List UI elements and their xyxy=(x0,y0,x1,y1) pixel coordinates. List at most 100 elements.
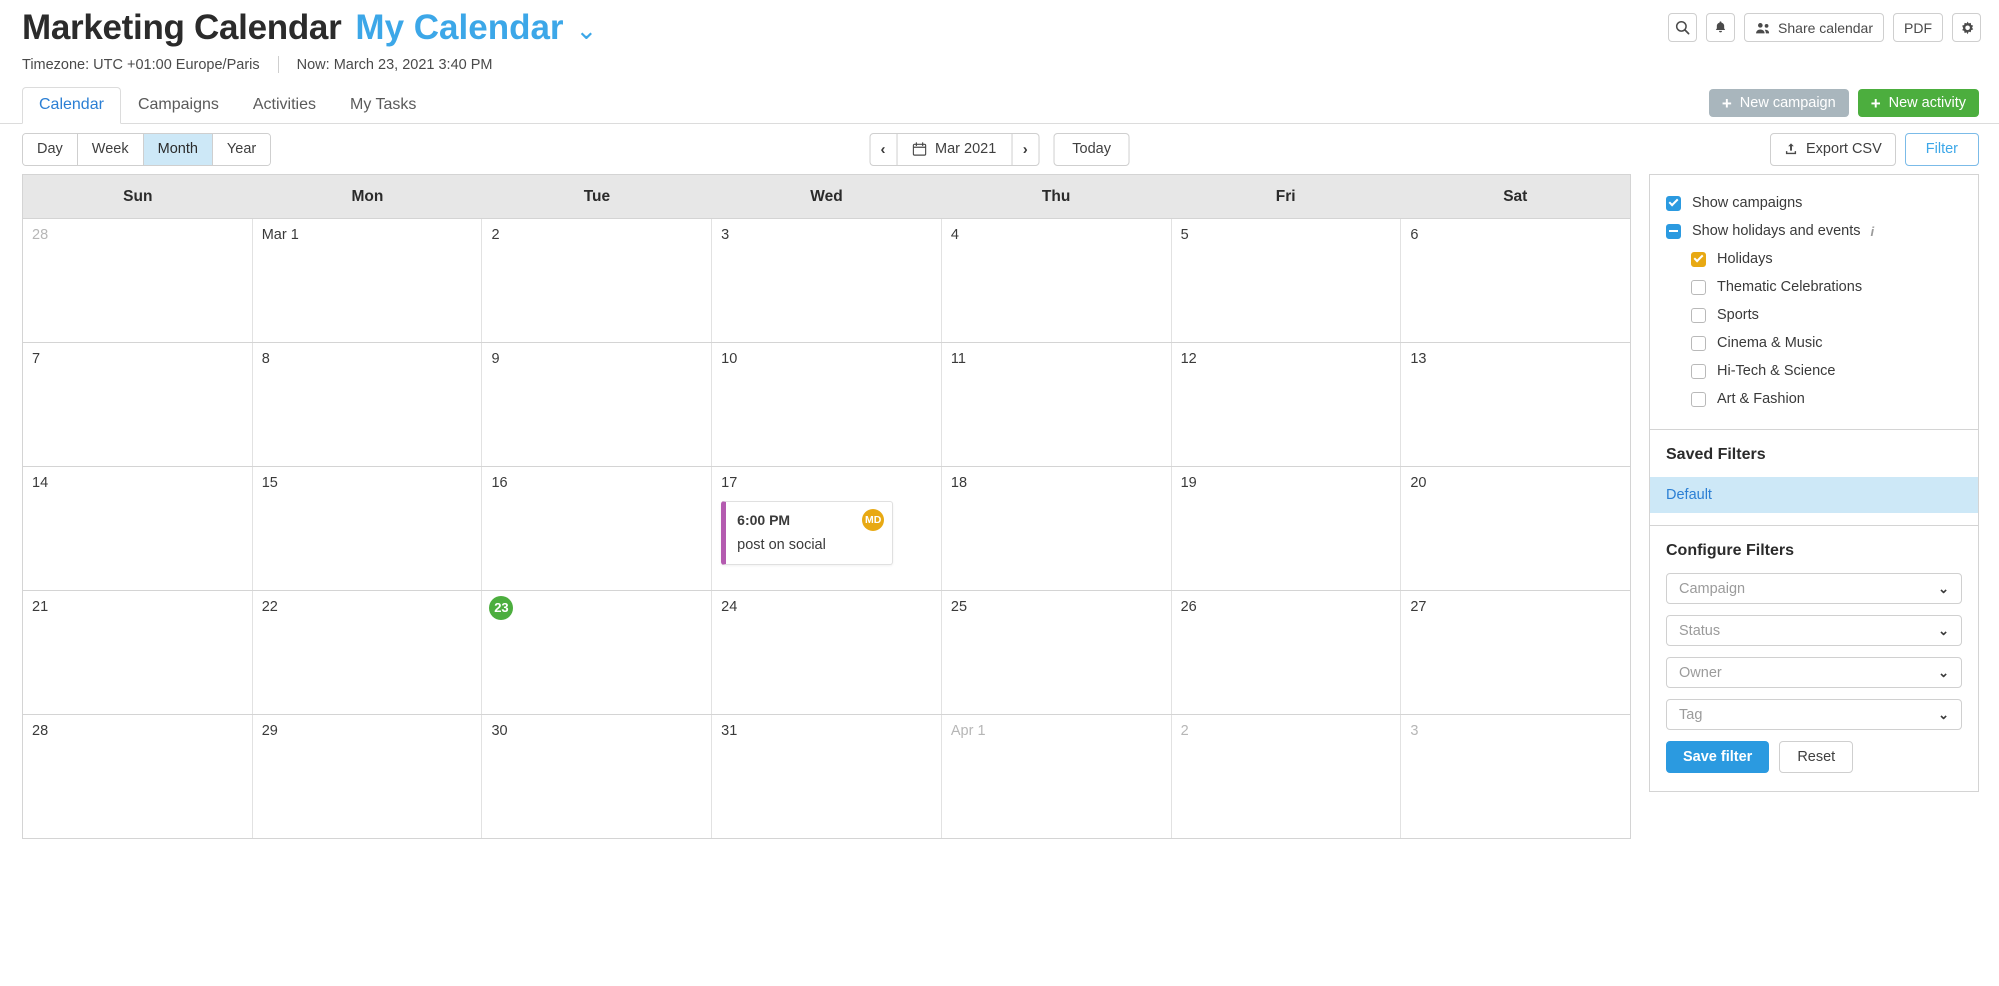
chevron-down-icon: ⌄ xyxy=(1938,622,1949,638)
avatar[interactable]: MD xyxy=(862,509,885,531)
calendar-day-cell[interactable]: 10 xyxy=(711,343,941,466)
share-calendar-button[interactable]: Share calendar xyxy=(1744,13,1884,42)
calendar-day-cell[interactable]: 26 xyxy=(1170,591,1401,714)
calendar-day-cell[interactable]: 17 6:00 PM post on social MD xyxy=(711,467,941,590)
calendar-day-cell[interactable]: Mar 1 xyxy=(251,219,482,342)
notifications-button[interactable] xyxy=(1706,13,1736,42)
pdf-button[interactable]: PDF xyxy=(1893,13,1943,42)
checkbox-row[interactable]: Sports xyxy=(1666,301,1962,329)
event-card[interactable]: 6:00 PM post on social MD xyxy=(721,501,894,565)
calendar-day-cell[interactable]: Apr 1 xyxy=(940,715,1171,838)
period-picker[interactable]: Mar 2021 xyxy=(896,133,1013,165)
calendar-day-cell[interactable]: 24 xyxy=(711,591,941,714)
calendar-day-cell[interactable]: 2 xyxy=(1170,715,1401,838)
calendar-day-cell[interactable]: 30 xyxy=(481,715,711,838)
calendar-day-cell[interactable]: 8 xyxy=(251,343,482,466)
chevron-down-icon: ⌄ xyxy=(1938,706,1949,722)
calendar-day-cell[interactable]: 5 xyxy=(1170,219,1401,342)
calendar-day-cell[interactable]: 3 xyxy=(711,219,941,342)
day-number: 2 xyxy=(491,227,500,243)
reset-filter-button[interactable]: Reset xyxy=(1779,741,1854,773)
calendar-day-cell[interactable]: 3 xyxy=(1400,715,1630,838)
calendar-day-cell[interactable]: 16 xyxy=(481,467,711,590)
checkbox-label: Holidays xyxy=(1717,251,1773,267)
calendar-week-row: 21 22 23 24 25 26 27 xyxy=(23,590,1630,714)
checkbox-label: Show holidays and events xyxy=(1692,223,1861,239)
info-icon[interactable]: i xyxy=(1870,224,1874,239)
status-select[interactable]: Status ⌄ xyxy=(1666,615,1962,646)
calendar-day-cell[interactable]: 2 xyxy=(481,219,711,342)
chevron-down-icon[interactable]: ⌄ xyxy=(576,8,598,52)
calendar-day-cell[interactable]: 22 xyxy=(251,591,482,714)
next-period-button[interactable]: › xyxy=(1012,134,1038,165)
calendar-day-cell[interactable]: 20 xyxy=(1400,467,1630,590)
search-button[interactable] xyxy=(1668,13,1698,42)
checkbox-unchecked[interactable] xyxy=(1691,391,1706,407)
checkbox-row[interactable]: Show holidays and events i xyxy=(1666,217,1962,245)
calendar-day-cell[interactable]: 29 xyxy=(251,715,482,838)
tag-select[interactable]: Tag ⌄ xyxy=(1666,699,1962,730)
calendar-day-cell[interactable]: 14 xyxy=(23,467,252,590)
dow-wed: Wed xyxy=(810,188,843,205)
calendar-day-cell[interactable]: 25 xyxy=(940,591,1171,714)
new-activity-button[interactable]: + New activity xyxy=(1857,89,1979,117)
calendar-day-cell[interactable]: 6 xyxy=(1400,219,1630,342)
tab-campaigns[interactable]: Campaigns xyxy=(121,87,236,124)
new-campaign-button[interactable]: + New campaign xyxy=(1708,89,1849,117)
calendar-name-selector[interactable]: My Calendar xyxy=(355,6,563,50)
saved-filters-panel: Saved Filters Default xyxy=(1649,430,1979,526)
calendar-day-cell[interactable]: 28 xyxy=(23,219,252,342)
day-number: 11 xyxy=(950,351,966,367)
calendar-day-cell[interactable]: 23 xyxy=(481,591,711,714)
view-month[interactable]: Month xyxy=(143,133,213,165)
configure-filters-actions: Save filter Reset xyxy=(1666,741,1962,773)
checkbox-row[interactable]: Cinema & Music xyxy=(1666,329,1962,357)
checkbox-row[interactable]: Holidays xyxy=(1666,245,1962,273)
view-day[interactable]: Day xyxy=(23,133,78,165)
tab-calendar[interactable]: Calendar xyxy=(22,87,121,124)
checkbox-unchecked[interactable] xyxy=(1691,335,1706,351)
day-number: 28 xyxy=(32,723,49,739)
campaign-select[interactable]: Campaign ⌄ xyxy=(1666,573,1962,604)
export-csv-button[interactable]: Export CSV xyxy=(1770,132,1896,166)
view-year[interactable]: Year xyxy=(212,133,271,165)
filter-button[interactable]: Filter xyxy=(1904,132,1979,166)
checkbox-checked-blue[interactable] xyxy=(1666,195,1681,211)
calendar-day-cell[interactable]: 27 xyxy=(1400,591,1630,714)
calendar-day-cell[interactable]: 9 xyxy=(481,343,711,466)
calendar-day-cell[interactable]: 13 xyxy=(1400,343,1630,466)
today-button[interactable]: Today xyxy=(1053,132,1130,166)
settings-button[interactable] xyxy=(1952,13,1981,42)
save-filter-button[interactable]: Save filter xyxy=(1666,741,1770,773)
checkbox-unchecked[interactable] xyxy=(1691,279,1706,295)
dow-tue: Tue xyxy=(583,188,611,205)
checkbox-row[interactable]: Hi-Tech & Science xyxy=(1666,357,1962,385)
owner-select[interactable]: Owner ⌄ xyxy=(1666,657,1962,688)
checkbox-row[interactable]: Show campaigns xyxy=(1666,189,1962,217)
tab-my-tasks[interactable]: My Tasks xyxy=(333,87,433,124)
status-select-placeholder: Status xyxy=(1679,622,1721,639)
calendar-day-cell[interactable]: 7 xyxy=(23,343,252,466)
calendar-day-cell[interactable]: 4 xyxy=(940,219,1171,342)
calendar-day-cell[interactable]: 18 xyxy=(940,467,1171,590)
calendar-day-cell[interactable]: 31 xyxy=(711,715,941,838)
prev-period-button[interactable]: ‹ xyxy=(870,134,896,165)
checkbox-row[interactable]: Art & Fashion xyxy=(1666,385,1962,413)
owner-select-placeholder: Owner xyxy=(1679,664,1722,681)
day-number: 27 xyxy=(1410,599,1427,615)
checkbox-checked-orange[interactable] xyxy=(1691,251,1706,267)
day-number: 20 xyxy=(1410,475,1427,491)
tab-activities[interactable]: Activities xyxy=(236,87,333,124)
calendar-day-cell[interactable]: 12 xyxy=(1170,343,1401,466)
saved-filter-default[interactable]: Default xyxy=(1650,477,1978,513)
calendar-day-cell[interactable]: 11 xyxy=(940,343,1171,466)
checkbox-row[interactable]: Thematic Celebrations xyxy=(1666,273,1962,301)
checkbox-unchecked[interactable] xyxy=(1691,307,1706,323)
calendar-day-cell[interactable]: 28 xyxy=(23,715,252,838)
calendar-day-cell[interactable]: 19 xyxy=(1170,467,1401,590)
calendar-day-cell[interactable]: 21 xyxy=(23,591,252,714)
view-week[interactable]: Week xyxy=(77,133,144,165)
calendar-day-cell[interactable]: 15 xyxy=(251,467,482,590)
checkbox-indet[interactable] xyxy=(1666,223,1681,239)
checkbox-unchecked[interactable] xyxy=(1691,363,1706,379)
